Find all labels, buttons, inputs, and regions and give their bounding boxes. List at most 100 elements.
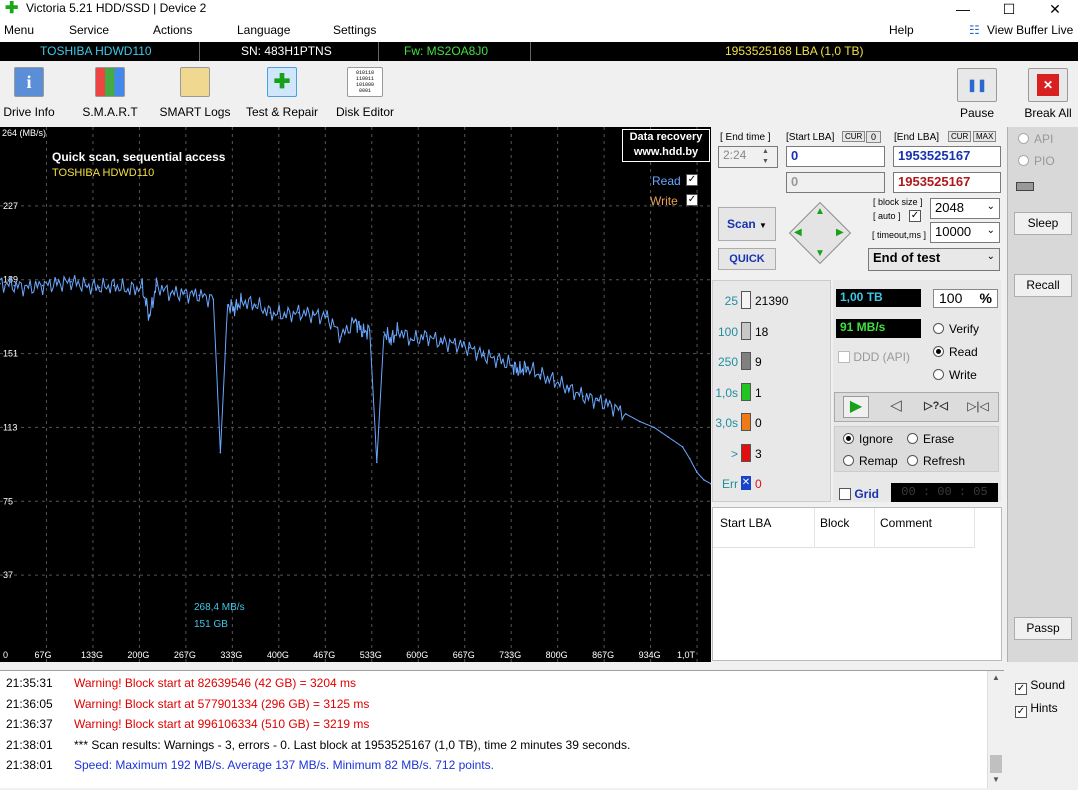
read-data-point bbox=[297, 311, 300, 314]
erase-radio[interactable]: Erase bbox=[907, 432, 954, 446]
pio-label: PIO bbox=[1034, 154, 1055, 168]
direction-pad[interactable]: ▲ ▼ ◀ ▶ bbox=[788, 201, 852, 265]
sound-checkbox[interactable]: ✓ Sound bbox=[1015, 678, 1065, 695]
test-repair-label: Test & Repair bbox=[245, 105, 319, 119]
start-lba-current: 0 bbox=[786, 172, 885, 193]
read-data-point bbox=[582, 395, 584, 398]
remap-radio[interactable]: Remap bbox=[843, 454, 898, 468]
read-data-point bbox=[212, 298, 215, 300]
write-legend-checkbox[interactable]: ✓ bbox=[686, 194, 698, 206]
stat-label: 25 bbox=[724, 294, 738, 308]
minimize-button[interactable]: — bbox=[940, 0, 986, 20]
smart-button[interactable]: S.M.A.R.T bbox=[78, 64, 142, 119]
x-tick-label: 0 bbox=[3, 650, 8, 660]
arrow-down-icon[interactable]: ▼ bbox=[815, 248, 825, 259]
test-repair-button[interactable]: ✚ Test & Repair bbox=[242, 64, 322, 119]
defect-table[interactable]: Start LBA Block Comment bbox=[712, 507, 1002, 661]
smart-logs-label: SMART Logs bbox=[159, 105, 231, 119]
recall-button[interactable]: Recall bbox=[1014, 274, 1072, 297]
x-tick-label: 467G bbox=[313, 650, 335, 660]
pio-radio[interactable]: PIO bbox=[1018, 154, 1055, 168]
read-data-point bbox=[610, 405, 613, 407]
arrow-right-icon[interactable]: ▶ bbox=[836, 227, 844, 238]
menu-item-actions[interactable]: Actions bbox=[153, 23, 192, 37]
ignore-radio[interactable]: Ignore bbox=[843, 432, 893, 446]
read-data-point bbox=[41, 284, 44, 287]
maximize-button[interactable]: ☐ bbox=[986, 0, 1032, 20]
data-recovery-badge[interactable]: Data recovery www.hdd.by bbox=[622, 129, 710, 162]
sleep-button[interactable]: Sleep bbox=[1014, 212, 1072, 235]
smart-label: S.M.A.R.T bbox=[82, 105, 138, 119]
quick-button[interactable]: QUICK bbox=[718, 248, 776, 270]
event-log[interactable]: 21:35:31 Warning! Block start at 82639546… bbox=[0, 670, 1004, 788]
smart-logs-button[interactable]: SMART Logs bbox=[158, 64, 232, 119]
stat-label: 250 bbox=[717, 355, 738, 369]
start-lba-cur-button[interactable]: CUR bbox=[842, 131, 866, 142]
end-lba-max-button[interactable]: MAX bbox=[973, 131, 997, 142]
rewind-icon[interactable]: ◁ bbox=[883, 396, 909, 418]
col-start-lba[interactable]: Start LBA bbox=[720, 516, 771, 530]
menu-item-settings[interactable]: Settings bbox=[333, 23, 376, 37]
end-lba-cur-button[interactable]: CUR bbox=[948, 131, 972, 142]
end-time-field[interactable]: 2:24 bbox=[718, 146, 778, 168]
pause-label: Pause bbox=[959, 106, 995, 120]
badge-line-1: Data recovery bbox=[629, 131, 703, 143]
y-tick-label: 113 bbox=[3, 422, 17, 432]
disk-editor-button[interactable]: 010110 110011 101000 0001 Disk Editor bbox=[333, 64, 397, 119]
end-lba-label: [End LBA] bbox=[894, 132, 940, 143]
speed-graph[interactable]: 227 189 151 113 75 37 0 67G 133G 200G 267G 333G 400G… bbox=[0, 127, 711, 662]
break-all-button[interactable]: ✕ Break All bbox=[1020, 64, 1076, 120]
col-block[interactable]: Block bbox=[820, 516, 849, 530]
col-comment[interactable]: Comment bbox=[880, 516, 932, 530]
ddd-api-checkbox[interactable]: DDD (API) bbox=[838, 350, 910, 364]
read-data-point bbox=[468, 346, 471, 349]
scan-dropdown-button[interactable]: Scan ▼ bbox=[718, 207, 776, 241]
menu-bar: Menu Service Actions Language Settings H… bbox=[0, 20, 1078, 42]
scroll-down-icon[interactable]: ▼ bbox=[992, 775, 1000, 784]
refresh-radio[interactable]: Refresh bbox=[907, 454, 965, 468]
block-size-select[interactable]: 2048 ⌄ bbox=[930, 198, 1000, 219]
scroll-thumb[interactable] bbox=[990, 755, 1002, 773]
arrow-up-icon[interactable]: ▲ bbox=[815, 206, 825, 217]
start-lba-input[interactable]: 0 bbox=[786, 146, 885, 167]
menu-item-menu[interactable]: Menu bbox=[4, 23, 34, 37]
read-radio[interactable]: Read bbox=[933, 345, 978, 359]
arrow-left-icon[interactable]: ◀ bbox=[794, 227, 802, 238]
stats-panel: 25 21390 100 18 250 9 1,0s 1 3,0s 0 >3 Err ✕ 0 bbox=[712, 280, 831, 502]
end-of-test-select[interactable]: End of test ⌄ bbox=[868, 248, 1000, 271]
end-lba-input[interactable]: 1953525167 bbox=[893, 146, 1001, 167]
drive-info-button[interactable]: i Drive Info bbox=[0, 64, 58, 119]
end-time-spinner[interactable]: ▲ ▼ bbox=[762, 147, 769, 167]
menu-item-service[interactable]: Service bbox=[69, 23, 109, 37]
player-controls: ▶ ◁ ▷?◁ ▷|◁ bbox=[834, 392, 999, 422]
passp-button[interactable]: Passp bbox=[1014, 617, 1072, 640]
menu-item-language[interactable]: Language bbox=[237, 23, 290, 37]
scroll-up-icon[interactable]: ▲ bbox=[992, 673, 1000, 682]
write-radio[interactable]: Write bbox=[933, 368, 977, 382]
play-icon[interactable]: ▶ bbox=[843, 396, 869, 418]
read-legend-checkbox[interactable]: ✓ bbox=[686, 174, 698, 186]
start-lba-zero-button[interactable]: 0 bbox=[866, 131, 882, 143]
hints-checkbox[interactable]: ✓ Hints bbox=[1015, 701, 1058, 718]
auto-checkbox[interactable]: ✓ bbox=[909, 210, 921, 222]
sound-label: Sound bbox=[1030, 678, 1066, 692]
verify-radio[interactable]: Verify bbox=[933, 322, 979, 336]
remap-label: Remap bbox=[859, 454, 898, 468]
read-data-point bbox=[482, 354, 485, 357]
read-data-point bbox=[56, 282, 58, 285]
log-row: 21:38:01 Speed: Maximum 192 MB/s. Average… bbox=[6, 758, 494, 772]
grid-checkbox[interactable]: Grid bbox=[839, 487, 879, 501]
close-button[interactable]: ✕ bbox=[1032, 0, 1078, 20]
menu-item-help[interactable]: Help bbox=[889, 23, 914, 37]
read-data-point bbox=[312, 313, 314, 316]
log-scrollbar[interactable]: ▲ ▼ bbox=[987, 671, 1004, 788]
timeout-select[interactable]: 10000 ⌄ bbox=[930, 222, 1000, 243]
view-buffer-live-button[interactable]: View Buffer Live bbox=[987, 23, 1073, 37]
log-options: ✓ Sound ✓ Hints bbox=[1005, 670, 1078, 788]
plus-icon: ✚ bbox=[267, 67, 297, 97]
stat-row: 250 9 bbox=[713, 352, 828, 372]
pause-button[interactable]: ❚❚ Pause bbox=[954, 64, 1000, 120]
end-icon[interactable]: ▷|◁ bbox=[965, 396, 991, 418]
api-radio[interactable]: API bbox=[1018, 132, 1053, 146]
skip-icon[interactable]: ▷?◁ bbox=[923, 396, 949, 418]
